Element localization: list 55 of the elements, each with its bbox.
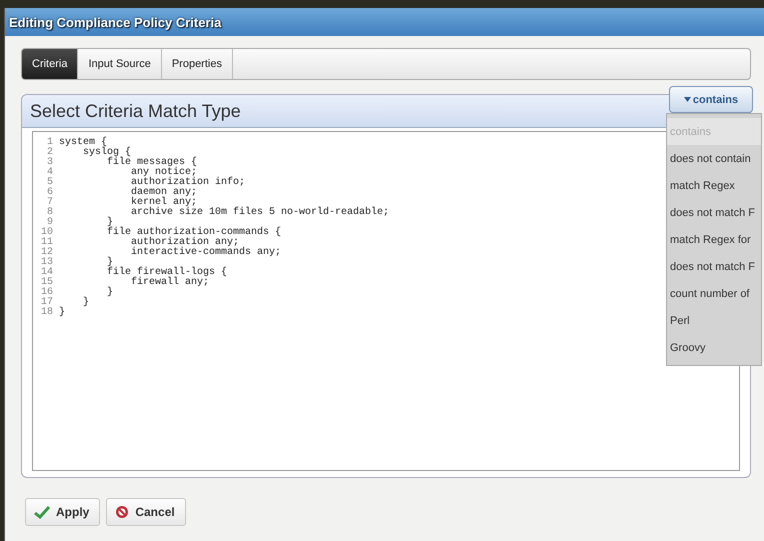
menu-option[interactable]: match Regex for <box>667 226 761 253</box>
cancel-button[interactable]: Cancel <box>106 498 186 526</box>
code-line: authorization any; <box>130 238 240 248</box>
panel-title: Select Criteria Match Type <box>30 100 241 122</box>
match-type-dropdown[interactable]: contains <box>669 86 753 113</box>
tab[interactable]: Properties <box>162 49 233 79</box>
line-number: 12 <box>40 248 53 258</box>
code-line: } <box>106 218 114 228</box>
code-line: file authorization-commands { <box>106 228 282 238</box>
line-number: 2 <box>46 148 53 158</box>
code-line: interactive-commands any; <box>130 248 282 258</box>
code-line: } <box>59 308 66 318</box>
line-number: 1 <box>46 138 53 148</box>
code-line: } <box>82 298 90 308</box>
line-number: 18 <box>40 308 53 318</box>
menu-option[interactable]: does not contain <box>667 145 761 172</box>
line-number: 10 <box>40 228 53 238</box>
tab[interactable]: Criteria <box>22 49 78 79</box>
line-number: 9 <box>46 218 53 228</box>
line-number: 7 <box>46 198 53 208</box>
line-number: 6 <box>46 188 53 198</box>
line-number: 17 <box>40 298 53 308</box>
code-line: any notice; <box>130 168 198 178</box>
apply-button[interactable]: Apply <box>25 498 100 526</box>
code-line: authorization info; <box>130 178 246 188</box>
code-line: kernel any; <box>130 198 198 208</box>
code-line: system { <box>59 138 108 148</box>
line-number: 4 <box>46 168 53 178</box>
menu-option[interactable]: match Regex <box>667 172 761 199</box>
code-line: file firewall-logs { <box>106 268 228 278</box>
menu-option[interactable]: Groovy <box>667 334 761 361</box>
menu-option[interactable]: Perl <box>667 307 761 334</box>
checkmark-icon <box>34 505 50 519</box>
menu-option[interactable]: does not match F <box>667 253 761 280</box>
menu-option[interactable]: does not match F <box>667 199 761 226</box>
caret-icon <box>684 97 691 102</box>
code-line: } <box>106 258 114 268</box>
cancel-icon <box>115 505 130 519</box>
code-line: firewall any; <box>130 278 210 288</box>
code-line: } <box>106 288 114 298</box>
code-line: syslog { <box>82 148 132 158</box>
menu-option[interactable]: count number of <box>667 280 761 307</box>
line-number: 16 <box>40 288 53 298</box>
code-line: daemon any; <box>130 188 198 198</box>
line-number: 13 <box>40 258 53 268</box>
line-number: 3 <box>46 158 53 168</box>
line-number: 14 <box>40 268 53 278</box>
line-number: 15 <box>40 278 53 288</box>
code-line: file messages { <box>106 158 198 168</box>
line-number: 11 <box>40 238 53 248</box>
line-number: 5 <box>46 178 53 188</box>
window-title: Editing Compliance Policy Criteria <box>9 14 222 30</box>
tab[interactable]: Input Source <box>78 49 162 79</box>
code-line: archive size 10m files 5 no-world-readable; <box>130 208 390 218</box>
line-number: 8 <box>46 208 53 218</box>
